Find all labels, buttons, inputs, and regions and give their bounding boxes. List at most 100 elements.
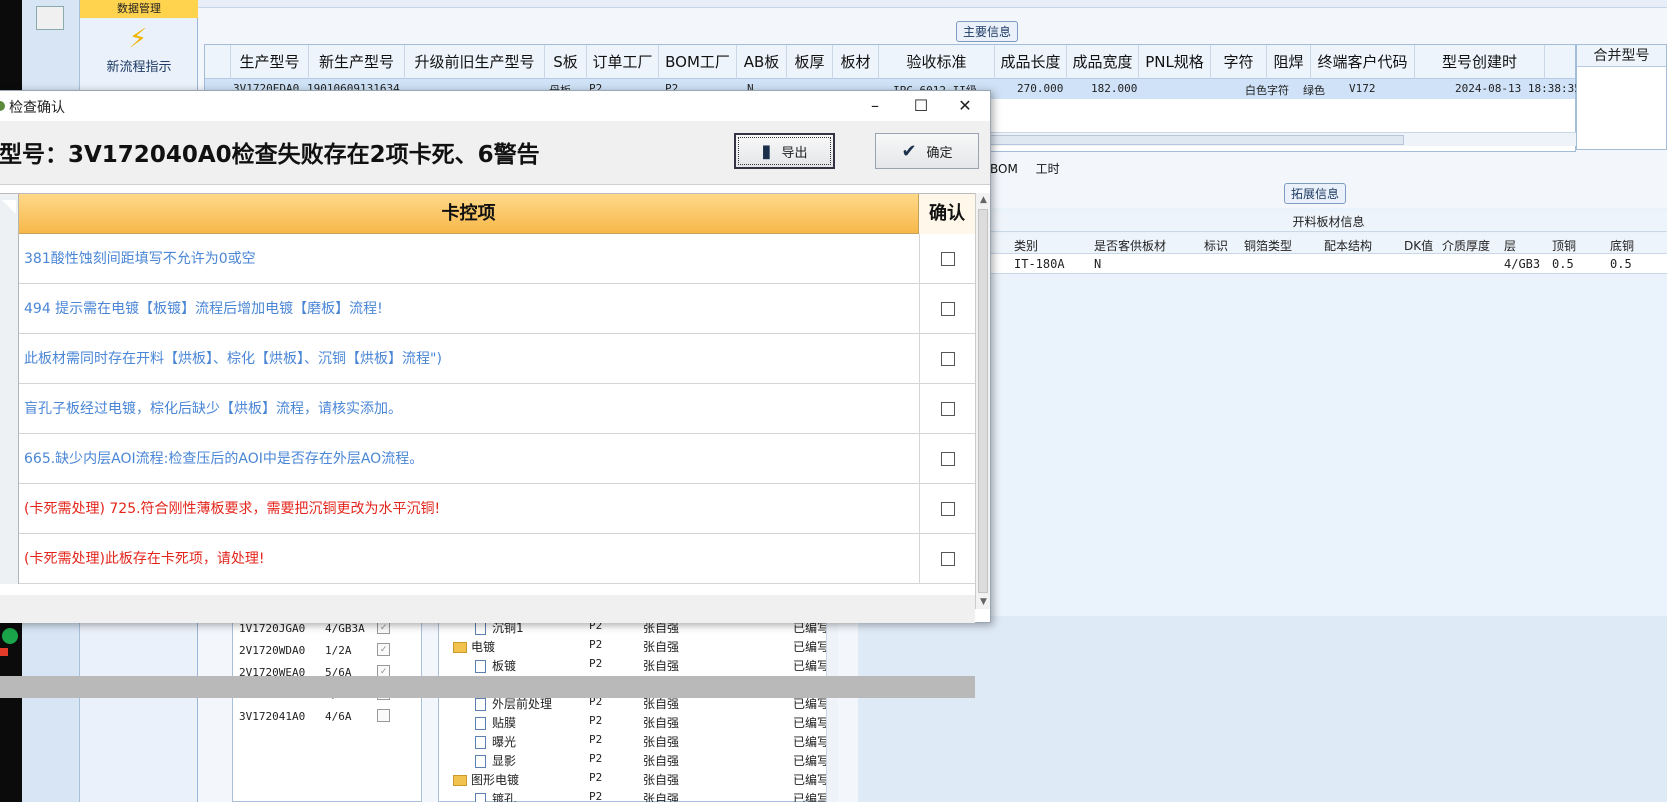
tree-node[interactable]: 贴膜 P2 张自强 已编写 (439, 712, 839, 731)
col-control-item[interactable]: 卡控项 (19, 194, 919, 234)
tree-node-name: 电镀 (453, 638, 495, 655)
tree-node-user: 张自强 (643, 792, 680, 802)
cut-material-row[interactable]: IT-180A N 4/GB3 0.5 0.5 (990, 254, 1667, 274)
scroll-thumb[interactable] (978, 209, 988, 593)
cell-created: 2024-08-13 18:38:35 (1455, 82, 1581, 95)
tab-bom[interactable]: BOM (990, 162, 1018, 176)
list-layer: 4/GB3A (325, 622, 365, 635)
cell-char: 白色字符 (1245, 84, 1289, 97)
book-icon: ▮ (761, 140, 772, 162)
main-col-header[interactable]: 板厚 (787, 45, 833, 79)
main-col-header[interactable]: 板材 (833, 45, 879, 79)
tree-node[interactable]: 电镀 P2 张自强 已编写 (439, 636, 839, 655)
document-icon (475, 622, 486, 635)
list-checkbox[interactable] (377, 709, 390, 722)
side-top-label[interactable]: 数据管理 (80, 0, 198, 18)
list-checkbox[interactable]: ✓ (377, 643, 390, 656)
dialog-titlebar[interactable]: 检查确认 – ☐ ✕ (0, 91, 990, 121)
new-flow-indicator-label[interactable]: 新流程指示 (80, 56, 198, 75)
tree-node-user: 张自强 (643, 640, 680, 654)
row-header[interactable] (0, 234, 19, 284)
confirm-checkbox[interactable] (941, 302, 955, 316)
main-col-header[interactable]: 生产型号 (231, 45, 309, 79)
tree-node[interactable]: 曝光 P2 张自强 已编写 (439, 731, 839, 750)
control-item-row[interactable]: (卡死需处理) 725.符合刚性薄板要求，需要把沉铜更改为水平沉铜! (0, 484, 975, 534)
confirm-checkbox[interactable] (941, 552, 955, 566)
row-header[interactable] (0, 534, 19, 584)
tree-node-name: 图形电镀 (453, 771, 519, 788)
grid-header: 卡控项 确认 (0, 194, 975, 234)
document-icon (475, 717, 486, 730)
control-item-row[interactable]: 381酸性蚀刻间距填写不允许为0或空 (0, 234, 975, 284)
main-col-header[interactable]: S板 (545, 45, 587, 79)
control-item-row[interactable]: 盲孔子板经过电镀，棕化后缺少【烘板】流程，请核实添加。 (0, 384, 975, 434)
cell-category: IT-180A (1014, 257, 1065, 271)
control-item-text: 此板材需同时存在开料【烘板】、棕化【烘板】、沉铜【烘板】流程") (24, 351, 442, 367)
main-col-header[interactable]: 型号创建时 (1415, 45, 1545, 79)
row-header[interactable] (0, 434, 19, 484)
control-item-row[interactable]: 494 提示需在电镀【板镀】流程后增加电镀【磨板】流程! (0, 284, 975, 334)
tree-node-factory: P2 (589, 752, 603, 765)
tree-node-name: 板镀 (475, 657, 516, 674)
close-button[interactable]: ✕ (943, 93, 987, 119)
document-icon (475, 660, 486, 673)
tab-hours[interactable]: 工时 (1036, 162, 1060, 176)
main-col-header[interactable]: 阻焊 (1267, 45, 1311, 79)
maximize-button[interactable]: ☐ (899, 93, 943, 119)
col-layer: 层 (1504, 239, 1517, 253)
column-divider (919, 334, 920, 384)
confirm-checkbox[interactable] (941, 502, 955, 516)
confirm-checkbox[interactable] (941, 252, 955, 266)
confirm-checkbox[interactable] (941, 352, 955, 366)
list-layer: 4/6A (325, 710, 352, 723)
export-button[interactable]: ▮ 导出 (734, 133, 835, 169)
status-indicator (0, 624, 20, 664)
col-confirm[interactable]: 确认 (919, 194, 975, 234)
tree-node-factory: P2 (589, 771, 603, 784)
row-header[interactable] (0, 284, 19, 334)
tree-node[interactable]: 镀孔 P2 张自强 已编写 (439, 788, 839, 802)
tree-node-factory: P2 (589, 733, 603, 746)
row-header[interactable] (0, 334, 19, 384)
tree-node-status: 已编写 (793, 773, 830, 787)
tree-node[interactable]: 显影 P2 张自强 已编写 (439, 750, 839, 769)
confirm-button[interactable]: ✔ 确定 (875, 133, 979, 169)
main-col-header[interactable]: PNL规格 (1139, 45, 1211, 79)
lightning-icon[interactable]: ⚡ (124, 24, 152, 54)
process-tree-vscroll[interactable] (826, 616, 838, 802)
row-header[interactable] (0, 384, 19, 434)
list-model: 1V1720JGA0 (239, 622, 306, 635)
main-col-header[interactable]: 新生产型号 (309, 45, 405, 79)
tree-node[interactable]: 板镀 P2 张自强 已编写 (439, 655, 839, 674)
main-col-header[interactable]: 成品长度 (995, 45, 1067, 79)
main-col-header[interactable]: 升级前旧生产型号 (405, 45, 545, 79)
control-item-row[interactable]: (卡死需处理)此板存在卡死项，请处理! (0, 534, 975, 584)
module-icon[interactable] (36, 6, 64, 30)
scroll-down-icon[interactable]: ▼ (976, 595, 991, 609)
main-col-header[interactable]: 字符 (1211, 45, 1267, 79)
cell-bottom-copper: 0.5 (1610, 257, 1632, 271)
grid-vscroll[interactable]: ▲ ▼ (975, 193, 990, 609)
select-all-corner[interactable] (0, 194, 19, 234)
main-col-header[interactable]: AB板 (737, 45, 787, 79)
tree-node-status: 已编写 (793, 640, 830, 654)
list-item[interactable]: 2V1720WDA0 1/2A ✓ (239, 641, 419, 661)
main-col-header[interactable]: 验收标准 (879, 45, 995, 79)
ext-info-title: 拓展信息 (1284, 183, 1347, 204)
main-col-header[interactable]: 终端客户代码 (1311, 45, 1415, 79)
main-grid-corner[interactable] (205, 45, 231, 79)
row-header[interactable] (0, 484, 19, 534)
scroll-up-icon[interactable]: ▲ (976, 193, 991, 207)
tree-node-status: 已编写 (793, 754, 830, 768)
main-col-header[interactable]: BOM工厂 (659, 45, 737, 79)
main-col-header[interactable]: 成品宽度 (1067, 45, 1139, 79)
control-item-row[interactable]: 此板材需同时存在开料【烘板】、棕化【烘板】、沉铜【烘板】流程") (0, 334, 975, 384)
minimize-button[interactable]: – (853, 93, 897, 119)
tree-node[interactable]: 图形电镀 P2 张自强 已编写 (439, 769, 839, 788)
list-item[interactable]: 3V172041A0 4/6A (239, 707, 419, 727)
control-item-row[interactable]: 665.缺少内层AOI流程:检查压后的AOI中是否存在外层AO流程。 (0, 434, 975, 484)
tree-node-status: 已编写 (793, 735, 830, 749)
confirm-checkbox[interactable] (941, 402, 955, 416)
confirm-checkbox[interactable] (941, 452, 955, 466)
main-col-header[interactable]: 订单工厂 (587, 45, 659, 79)
